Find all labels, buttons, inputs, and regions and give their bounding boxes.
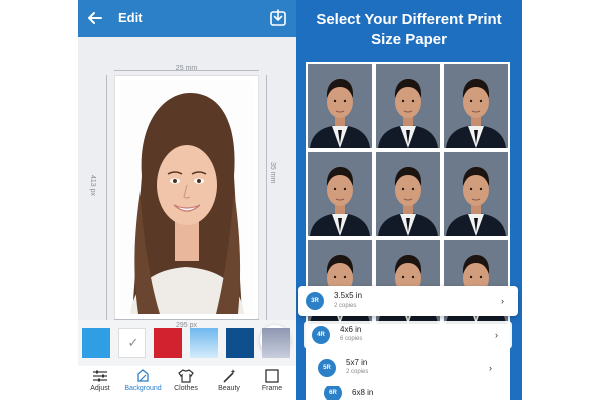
size-name: 3.5x5 in bbox=[334, 291, 363, 300]
magic-wand-icon bbox=[223, 369, 236, 383]
size-name: 6x8 in bbox=[352, 388, 374, 397]
tool-adjust[interactable]: Adjust bbox=[80, 369, 120, 400]
download-icon[interactable] bbox=[268, 8, 288, 28]
size-option-5r[interactable]: 5R 5x7 in 2 copies › bbox=[310, 354, 506, 381]
portrait-cell bbox=[376, 64, 440, 148]
swatch-sky-blue[interactable] bbox=[82, 328, 110, 358]
photo-canvas: 25 mm 413 px 35 mm 295 px bbox=[78, 37, 296, 355]
tool-bar: Adjust Background Clothes Beauty Frame bbox=[78, 366, 296, 400]
portrait-cell bbox=[444, 152, 508, 236]
checkmark-icon: ✓ bbox=[127, 335, 139, 350]
tool-frame[interactable]: Frame bbox=[252, 369, 292, 400]
back-arrow-icon[interactable] bbox=[86, 9, 104, 27]
size-badge: 6R bbox=[324, 386, 342, 400]
portrait-cell bbox=[444, 64, 508, 148]
tool-clothes-label: Clothes bbox=[174, 385, 198, 392]
width-guide-bottom bbox=[114, 319, 259, 320]
tool-background[interactable]: Background bbox=[123, 369, 163, 400]
height-guide-left bbox=[106, 75, 107, 320]
size-badge: 4R bbox=[312, 326, 330, 344]
swatch-gradient-grey[interactable] bbox=[262, 328, 290, 358]
print-screen: Select Your Different Print Size Paper 3… bbox=[296, 0, 522, 400]
portrait-cell bbox=[308, 64, 372, 148]
print-sheet bbox=[306, 62, 510, 400]
portrait-woman bbox=[120, 81, 253, 314]
swatch-white[interactable]: ✓ bbox=[118, 328, 146, 358]
tool-adjust-label: Adjust bbox=[90, 385, 110, 392]
id-photo[interactable] bbox=[114, 75, 259, 320]
top-bar: Edit bbox=[78, 0, 296, 37]
print-heading: Select Your Different Print Size Paper bbox=[296, 10, 522, 50]
editor-screen: Edit 25 mm 413 px 35 mm 295 px ✓ Adjust … bbox=[78, 0, 296, 400]
page-title: Edit bbox=[118, 10, 143, 25]
portrait-cell bbox=[308, 152, 372, 236]
width-mm-label: 25 mm bbox=[175, 65, 198, 72]
swatch-navy[interactable] bbox=[226, 328, 254, 358]
tool-background-label: Background bbox=[124, 385, 162, 392]
size-name: 4x6 in bbox=[340, 325, 362, 334]
swatch-red[interactable] bbox=[154, 328, 182, 358]
size-option-6r[interactable]: 6R 6x8 in bbox=[316, 386, 500, 400]
background-swatches: ✓ bbox=[78, 328, 296, 360]
frame-icon bbox=[265, 369, 279, 383]
background-icon bbox=[137, 369, 149, 382]
tool-frame-label: Frame bbox=[261, 385, 283, 392]
tool-clothes[interactable]: Clothes bbox=[166, 369, 206, 400]
print-heading-line1: Select Your Different Print bbox=[316, 11, 502, 28]
print-heading-line2: Size Paper bbox=[371, 31, 447, 48]
tool-beauty[interactable]: Beauty bbox=[209, 369, 249, 400]
size-copies: 2 copies bbox=[346, 369, 369, 375]
height-guide-right bbox=[266, 75, 267, 320]
height-mm-label: 35 mm bbox=[269, 162, 276, 184]
size-option-4r[interactable]: 4R 4x6 in 6 copies › bbox=[304, 321, 512, 349]
size-badge: 5R bbox=[318, 359, 336, 377]
chevron-right-icon: › bbox=[495, 330, 498, 340]
sliders-icon bbox=[93, 370, 107, 382]
size-copies: 6 copies bbox=[340, 336, 363, 342]
size-option-3r[interactable]: 3R 3.5x5 in 2 copies › bbox=[298, 286, 518, 316]
size-badge: 3R bbox=[306, 292, 324, 310]
chevron-right-icon: › bbox=[489, 362, 492, 373]
chevron-right-icon: › bbox=[501, 296, 504, 306]
swatch-gradient-blue[interactable] bbox=[190, 328, 218, 358]
portrait-cell bbox=[376, 152, 440, 236]
shirt-icon bbox=[178, 369, 194, 383]
size-name: 5x7 in bbox=[346, 358, 368, 367]
app-showcase: Edit 25 mm 413 px 35 mm 295 px ✓ Adjust … bbox=[0, 0, 600, 400]
tool-beauty-label: Beauty bbox=[218, 385, 240, 392]
height-px-label: 413 px bbox=[89, 175, 96, 197]
size-copies: 2 copies bbox=[334, 303, 357, 309]
